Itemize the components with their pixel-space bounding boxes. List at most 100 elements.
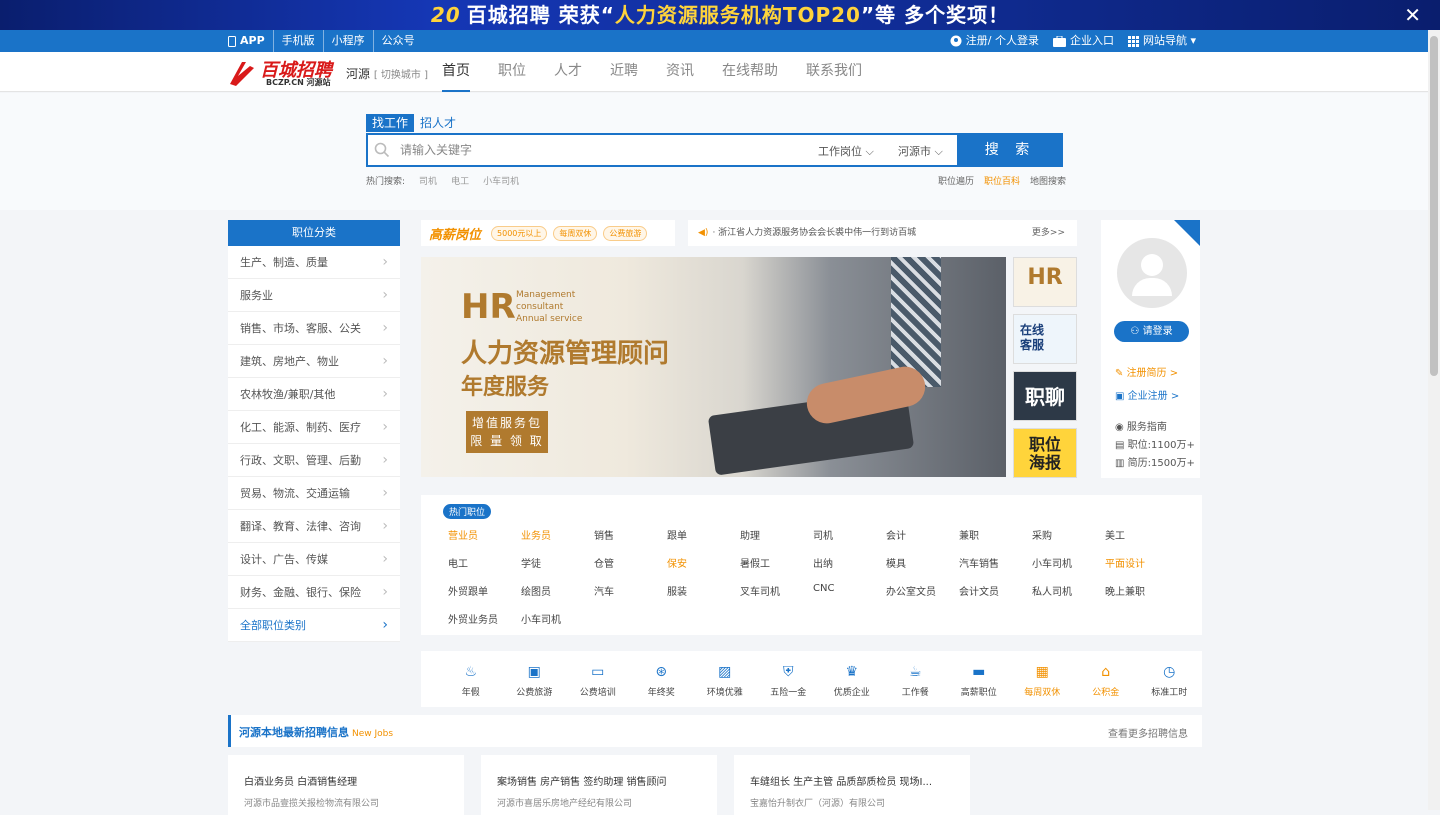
benefit-item[interactable]: ⛨ 五险一金	[757, 651, 821, 707]
category-item[interactable]: 销售、市场、客服、公关	[228, 312, 400, 345]
job-card[interactable]: 车缝组长 生产主管 品质部质检员 现场I... 宝嘉怡升制衣厂（河源）有限公司	[734, 755, 970, 815]
all-categories-link[interactable]: 全部职位类别	[228, 609, 400, 642]
search-input[interactable]	[400, 141, 790, 159]
register-resume-link[interactable]: ✎ 注册简历 >	[1115, 364, 1178, 379]
nav-recent[interactable]: 近聘	[610, 52, 638, 92]
salary-tag[interactable]: 公费旅游	[603, 225, 648, 241]
close-icon[interactable]: ✕	[1404, 0, 1422, 30]
hot-search-item[interactable]: 小车司机	[483, 174, 519, 187]
hot-job-item[interactable]: 出纳	[813, 555, 886, 570]
hot-job-item[interactable]: 模具	[886, 555, 959, 570]
map-search-link[interactable]: 地图搜索	[1030, 174, 1066, 187]
miniprogram-link[interactable]: 小程序	[322, 30, 373, 52]
category-item[interactable]: 农林牧渔/兼职/其他	[228, 378, 400, 411]
category-item[interactable]: 行政、文职、管理、后勤	[228, 444, 400, 477]
benefit-item[interactable]: ▭ 公费培训	[566, 651, 630, 707]
official-account-link[interactable]: 公众号	[372, 30, 423, 52]
search-button[interactable]: 搜 索	[957, 133, 1063, 167]
hot-job-item[interactable]: 会计	[886, 527, 959, 542]
category-item[interactable]: 翻译、教育、法律、咨询	[228, 510, 400, 543]
app-link[interactable]: APP	[228, 30, 273, 52]
job-type-select[interactable]: 工作岗位 ⌵	[818, 143, 874, 159]
hot-job-item[interactable]: 会计文员	[959, 583, 1032, 598]
ad-job-poster[interactable]: 职位 海报	[1013, 428, 1077, 478]
job-traverse-link[interactable]: 职位遍历	[938, 174, 974, 187]
site-logo[interactable]: 百城招聘 BCZP.CN 河源站	[228, 56, 340, 88]
hot-job-item[interactable]: CNC	[813, 583, 886, 598]
hot-job-item[interactable]: 采购	[1032, 527, 1105, 542]
hot-job-item[interactable]: 外贸跟单	[448, 583, 521, 598]
nav-jobs[interactable]: 职位	[498, 52, 526, 92]
ad-chat[interactable]: 职聊	[1013, 371, 1077, 421]
company-register-link[interactable]: ▣ 企业注册 >	[1115, 387, 1179, 402]
top-promo-banner[interactable]: 20 百城招聘 荣获“人力资源服务机构TOP20”等 多个奖项！ ✕	[0, 0, 1440, 30]
nav-home[interactable]: 首页	[442, 52, 470, 92]
job-wiki-link[interactable]: 职位百科	[984, 174, 1020, 187]
service-guide[interactable]: ◉ 服务指南	[1115, 418, 1167, 433]
mobile-link[interactable]: 手机版	[272, 30, 323, 52]
hot-job-item[interactable]: 美工	[1105, 527, 1178, 542]
hot-job-item[interactable]: 保安	[667, 555, 740, 570]
benefit-item[interactable]: ▦ 每周双休	[1011, 651, 1075, 707]
benefit-item[interactable]: ⊛ 年终奖	[630, 651, 694, 707]
nav-contact[interactable]: 联系我们	[806, 52, 862, 92]
category-item[interactable]: 建筑、房地产、物业	[228, 345, 400, 378]
job-card[interactable]: 案场销售 房产销售 签约助理 销售顾问 河源市喜居乐房地产经纪有限公司	[481, 755, 717, 815]
city-switcher[interactable]: 河源 [ 切换城市 ]	[346, 65, 428, 82]
hot-job-item[interactable]: 仓管	[594, 555, 667, 570]
notice-text[interactable]: · 浙江省人力资源服务协会会长裘中伟一行到访百城	[712, 228, 916, 238]
benefit-item[interactable]: ▬ 高薪职位	[947, 651, 1011, 707]
category-item[interactable]: 化工、能源、制药、医疗	[228, 411, 400, 444]
hot-job-item[interactable]: 营业员	[448, 527, 521, 542]
hot-job-item[interactable]: 兼职	[959, 527, 1032, 542]
job-card[interactable]: 白酒业务员 白酒销售经理 河源市品壹揽关报检物流有限公司	[228, 755, 464, 815]
category-item[interactable]: 服务业	[228, 279, 400, 312]
hot-job-item[interactable]: 司机	[813, 527, 886, 542]
benefit-item[interactable]: ▨ 环境优雅	[693, 651, 757, 707]
hot-job-item[interactable]: 服装	[667, 583, 740, 598]
tab-recruit[interactable]: 招人才	[414, 114, 462, 132]
page-scrollbar[interactable]	[1428, 30, 1440, 810]
salary-tag[interactable]: 5000元以上	[491, 225, 548, 241]
hot-job-item[interactable]: 小车司机	[521, 611, 594, 626]
benefit-item[interactable]: ⌂ 公积金	[1074, 651, 1138, 707]
category-item[interactable]: 设计、广告、传媒	[228, 543, 400, 576]
nav-news[interactable]: 资讯	[666, 52, 694, 92]
hot-job-item[interactable]: 绘图员	[521, 583, 594, 598]
city-select[interactable]: 河源市 ⌵	[898, 143, 943, 159]
benefit-item[interactable]: ♛ 优质企业	[820, 651, 884, 707]
hot-job-item[interactable]: 暑假工	[740, 555, 813, 570]
hot-job-item[interactable]: 私人司机	[1032, 583, 1105, 598]
hot-search-item[interactable]: 电工	[451, 174, 469, 187]
login-button[interactable]: ⚇ 请登录	[1114, 321, 1189, 342]
category-item[interactable]: 贸易、物流、交通运输	[228, 477, 400, 510]
hot-job-item[interactable]: 晚上兼职	[1105, 583, 1178, 598]
salary-tag[interactable]: 每周双休	[553, 225, 598, 241]
high-salary-bar[interactable]: 高薪岗位 5000元以上 每周双休 公费旅游	[421, 220, 675, 246]
hot-job-item[interactable]: 业务员	[521, 527, 594, 542]
hot-job-item[interactable]: 汽车销售	[959, 555, 1032, 570]
ad-online-service[interactable]: 在线 客服	[1013, 314, 1077, 364]
category-item[interactable]: 财务、金融、银行、保险	[228, 576, 400, 609]
hot-job-item[interactable]: 汽车	[594, 583, 667, 598]
register-login-link[interactable]: 注册/ 个人登录	[950, 30, 1039, 52]
tab-find-job[interactable]: 找工作	[366, 114, 415, 132]
hot-job-item[interactable]: 跟单	[667, 527, 740, 542]
hot-search-item[interactable]: 司机	[419, 174, 437, 187]
benefit-item[interactable]: ♨ 年假	[439, 651, 503, 707]
more-news-link[interactable]: 更多>>	[1032, 220, 1065, 246]
category-item[interactable]: 生产、制造、质量	[228, 246, 400, 279]
benefit-item[interactable]: ◷ 标准工时	[1138, 651, 1202, 707]
benefit-item[interactable]: ▣ 公费旅游	[503, 651, 567, 707]
company-entry-link[interactable]: 企业入口	[1052, 30, 1114, 52]
qr-corner-icon[interactable]	[1174, 220, 1200, 246]
hot-job-item[interactable]: 电工	[448, 555, 521, 570]
hot-job-item[interactable]: 叉车司机	[740, 583, 813, 598]
hot-job-item[interactable]: 小车司机	[1032, 555, 1105, 570]
nav-help[interactable]: 在线帮助	[722, 52, 778, 92]
hot-job-item[interactable]: 销售	[594, 527, 667, 542]
hot-job-item[interactable]: 助理	[740, 527, 813, 542]
nav-talent[interactable]: 人才	[554, 52, 582, 92]
hot-job-item[interactable]: 办公室文员	[886, 583, 959, 598]
hot-job-item[interactable]: 平面设计	[1105, 555, 1178, 570]
